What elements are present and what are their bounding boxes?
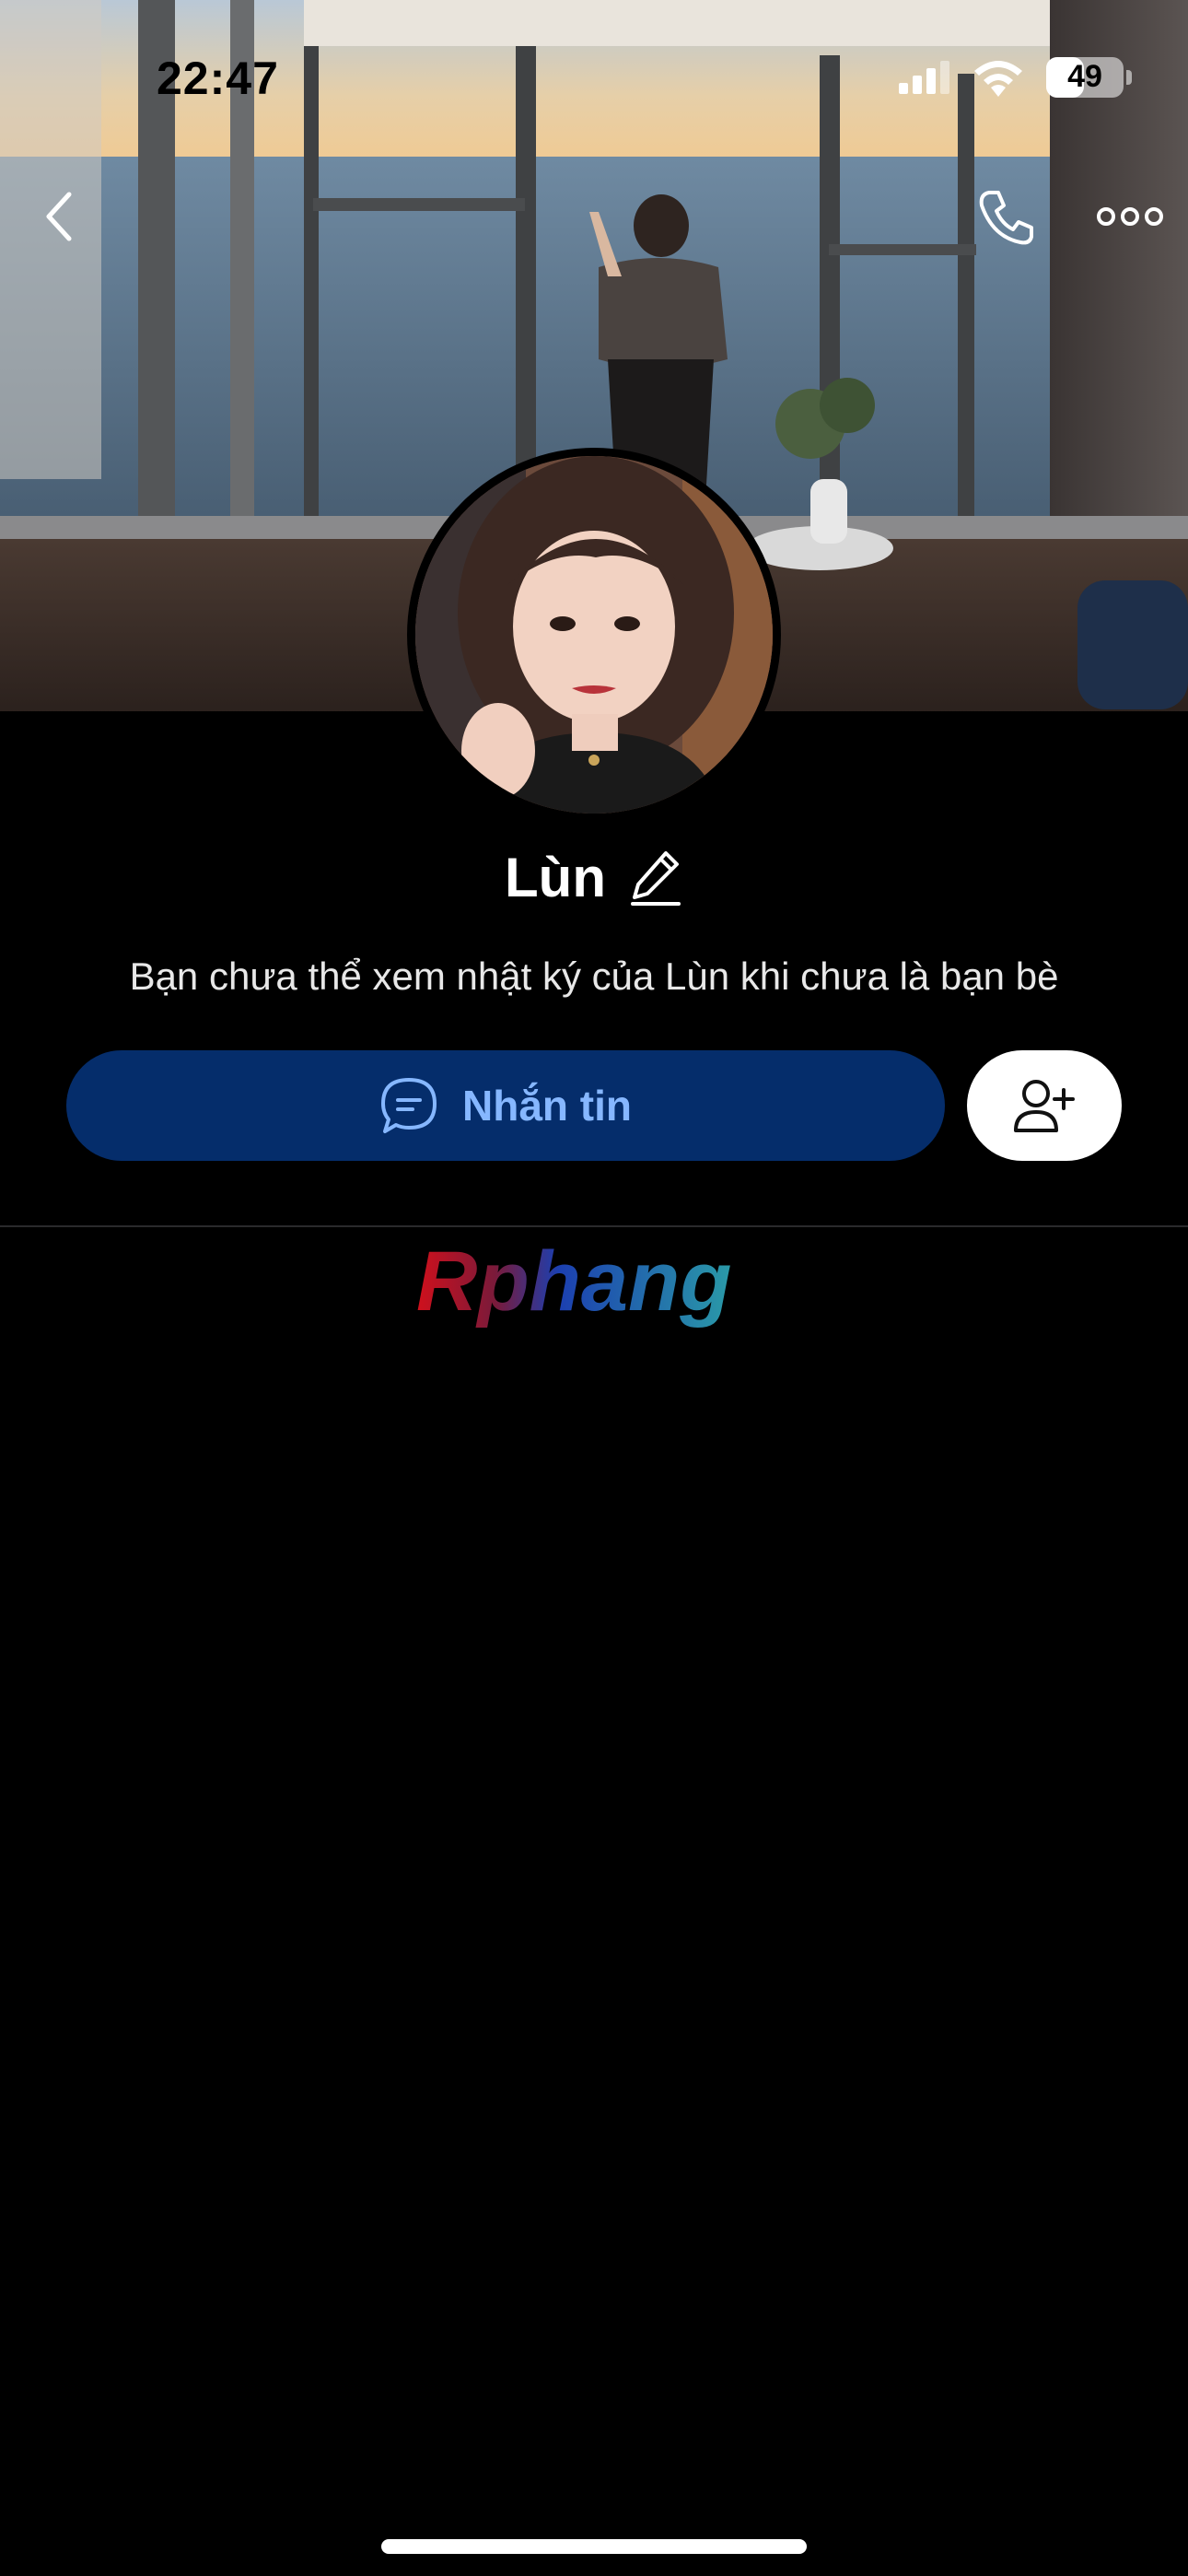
- call-button[interactable]: [969, 184, 1042, 249]
- pencil-icon: [630, 850, 681, 906]
- avatar-photo: [415, 456, 773, 814]
- message-button-label: Nhắn tin: [462, 1082, 632, 1130]
- phone-icon: [979, 191, 1033, 245]
- avatar-portrait: [415, 456, 773, 814]
- profile-name-row: Lùn: [0, 846, 1188, 909]
- battery-level: 49: [1067, 59, 1102, 94]
- cellular-signal-icon: [899, 61, 949, 94]
- friendship-notice: Bạn chưa thể xem nhật ký của Lùn khi chư…: [129, 954, 1059, 998]
- message-button[interactable]: Nhắn tin: [66, 1050, 945, 1161]
- chat-bubble-icon: [381, 1078, 437, 1133]
- status-icons: 49: [899, 57, 1132, 98]
- battery-tip: [1126, 70, 1132, 85]
- avatar[interactable]: [407, 448, 781, 822]
- profile-name: Lùn: [505, 847, 606, 908]
- wifi-icon: [974, 61, 1022, 97]
- more-button[interactable]: [1089, 184, 1171, 249]
- back-button[interactable]: [28, 184, 92, 249]
- add-friend-button[interactable]: [967, 1050, 1122, 1161]
- status-time: 22:47: [157, 53, 279, 104]
- chevron-left-icon: [46, 192, 72, 241]
- watermark-text: Rphang: [416, 1235, 731, 1329]
- edit-name-button[interactable]: [628, 848, 683, 908]
- more-horizontal-icon: [1097, 207, 1163, 226]
- watermark-logo: Rphang: [416, 1235, 731, 1329]
- status-bar: 22:47 49: [0, 0, 1188, 157]
- add-user-icon: [1014, 1080, 1075, 1132]
- divider: [0, 1225, 1188, 1227]
- battery-icon: 49: [1046, 57, 1132, 98]
- home-indicator[interactable]: [381, 2539, 807, 2554]
